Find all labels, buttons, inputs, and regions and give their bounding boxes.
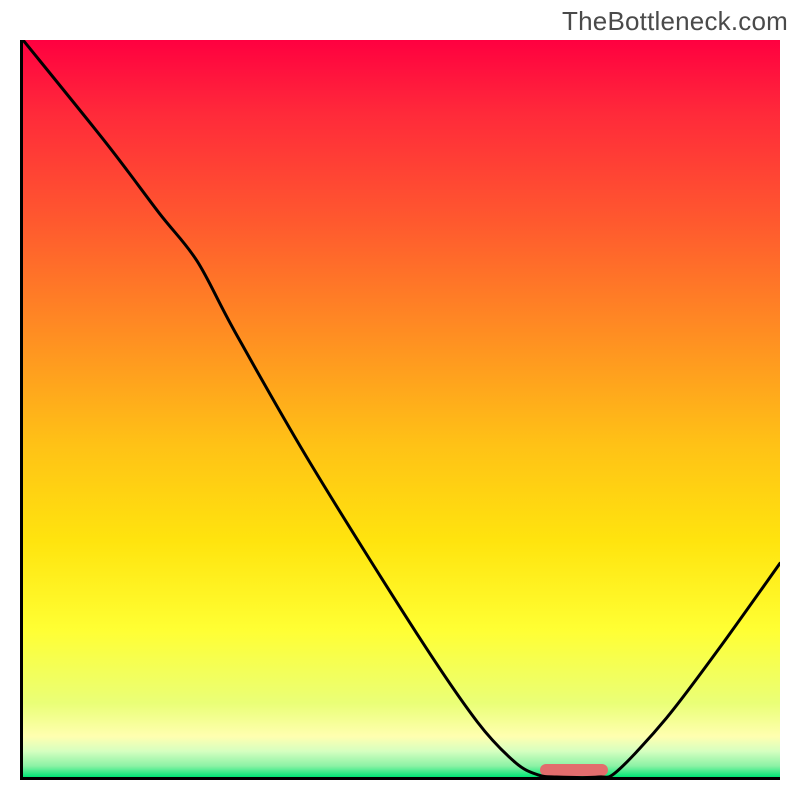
watermark-label: TheBottleneck.com: [562, 6, 788, 37]
plot-area: [20, 40, 780, 780]
chart-root: TheBottleneck.com: [0, 0, 800, 800]
series-layer: [23, 40, 780, 777]
bottleneck-curve: [23, 40, 780, 777]
